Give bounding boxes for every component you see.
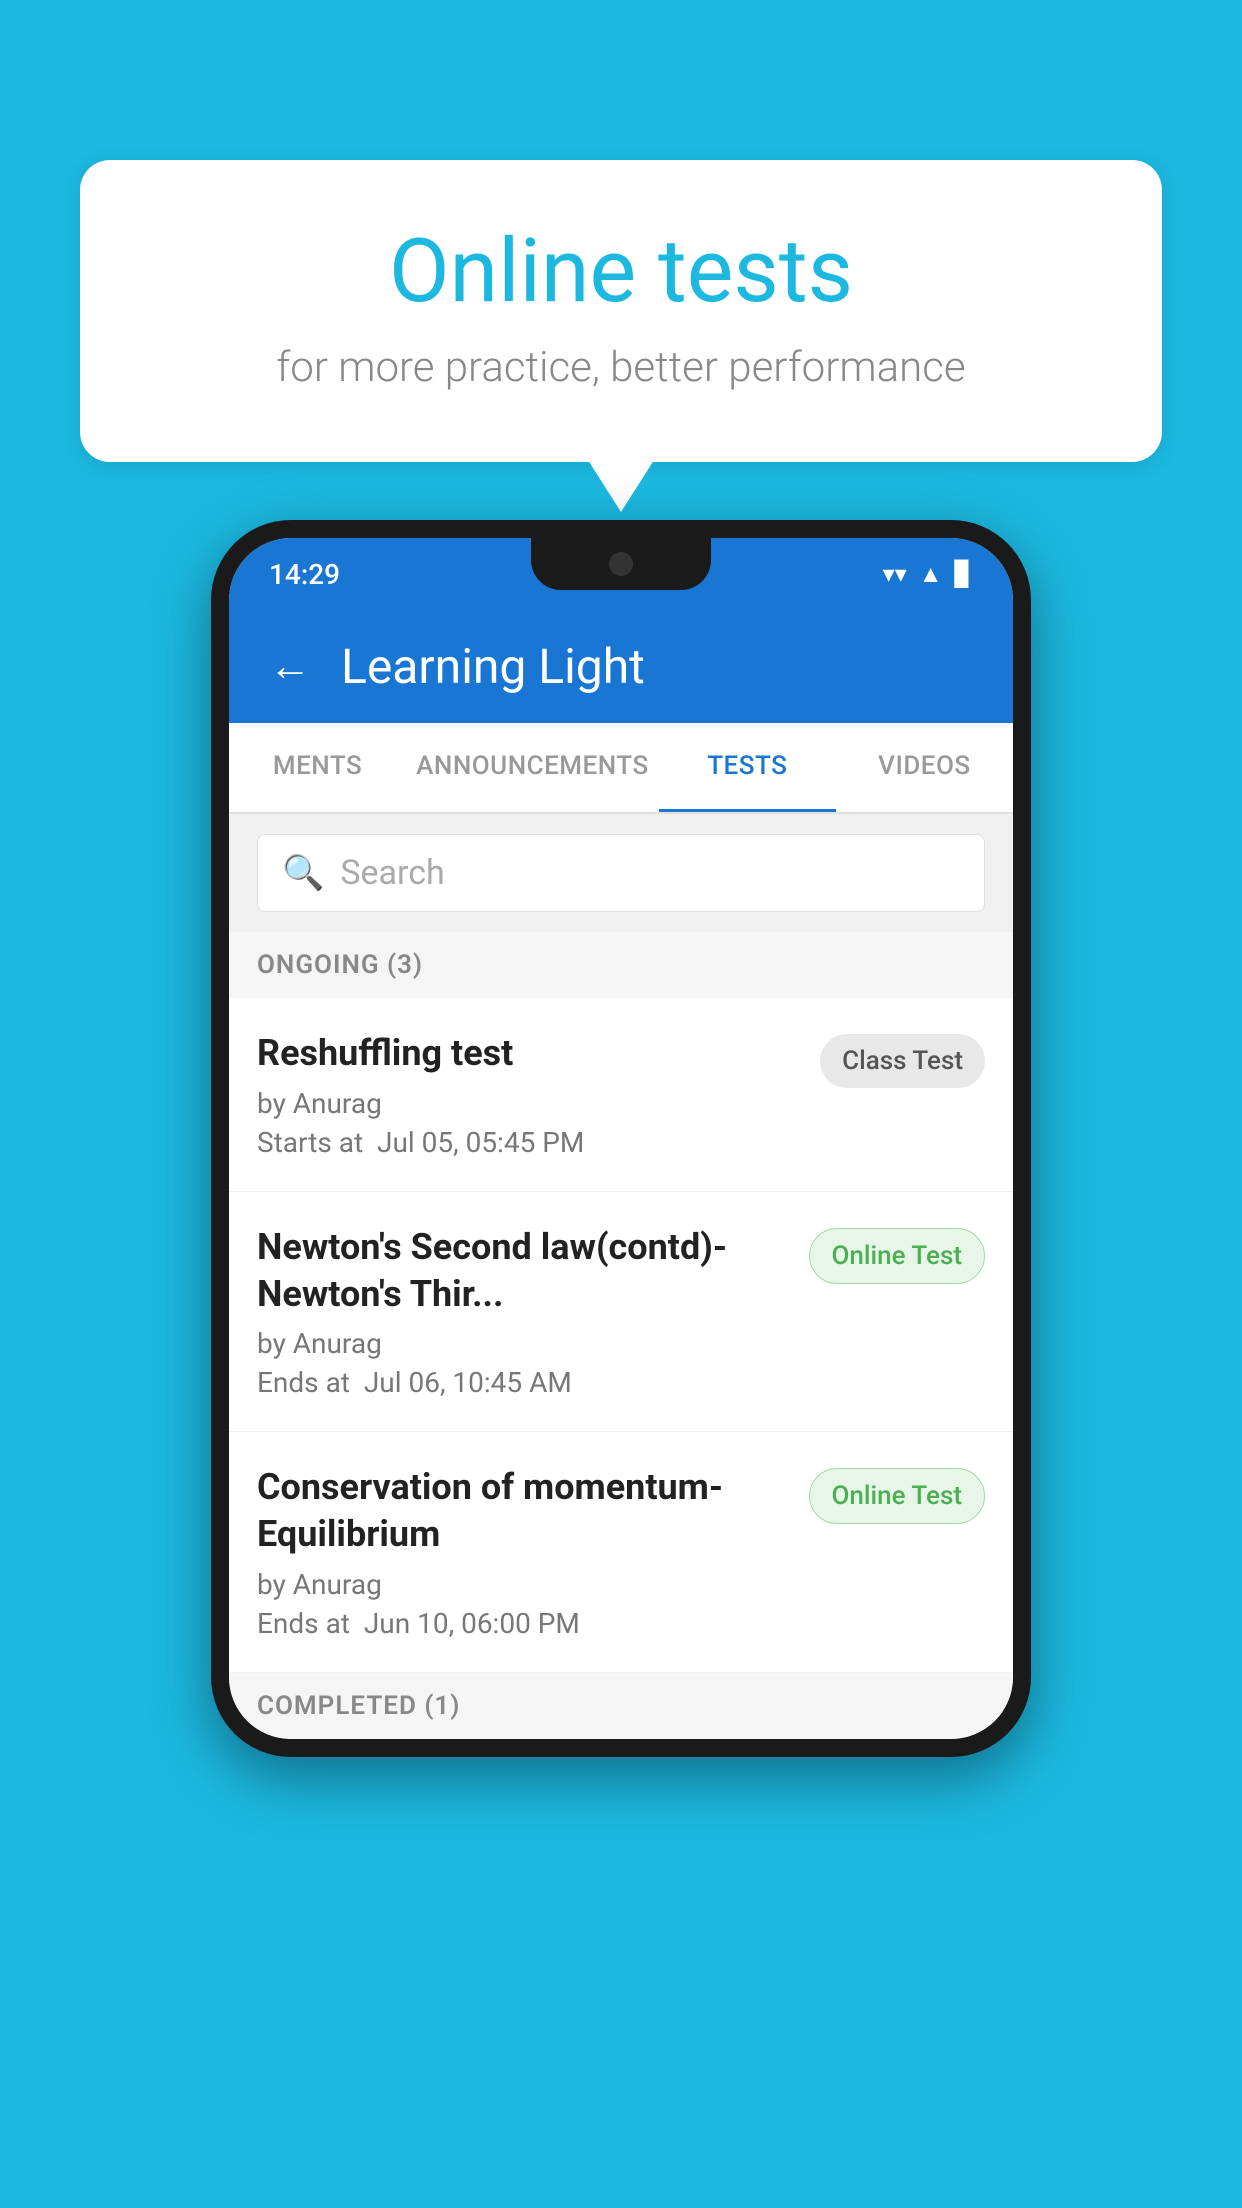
ongoing-section-header: ONGOING (3) xyxy=(229,932,1013,998)
time-value: Jul 05, 05:45 PM xyxy=(377,1126,584,1159)
time-label: Starts at xyxy=(257,1126,363,1159)
test-author: by Anurag xyxy=(257,1568,789,1601)
test-author: by Anurag xyxy=(257,1327,789,1360)
wifi-icon: ▾▾ xyxy=(883,560,907,588)
completed-section-title: COMPLETED (1) xyxy=(257,1691,460,1721)
tabs-container: MENTS ANNOUNCEMENTS TESTS VIDEOS xyxy=(229,723,1013,814)
test-time: Starts at Jul 05, 05:45 PM xyxy=(257,1126,800,1159)
status-time: 14:29 xyxy=(269,558,340,591)
signal-icon: ▲ xyxy=(919,560,943,589)
phone-container: 14:29 ▾▾ ▲ ▊ ← Learning Light MENTS ANNO… xyxy=(211,520,1031,1757)
test-content: Conservation of momentum-Equilibrium by … xyxy=(257,1464,789,1640)
speech-bubble-container: Online tests for more practice, better p… xyxy=(80,160,1162,462)
camera-dot xyxy=(609,552,633,576)
speech-bubble: Online tests for more practice, better p… xyxy=(80,160,1162,462)
status-bar: 14:29 ▾▾ ▲ ▊ xyxy=(229,538,1013,610)
ongoing-section-title: ONGOING (3) xyxy=(257,950,423,980)
test-item[interactable]: Reshuffling test by Anurag Starts at Jul… xyxy=(229,998,1013,1192)
search-bar[interactable]: 🔍 Search xyxy=(257,834,985,912)
search-placeholder: Search xyxy=(340,853,444,893)
test-content: Newton's Second law(contd)-Newton's Thir… xyxy=(257,1224,789,1400)
bubble-subtitle: for more practice, better performance xyxy=(160,343,1082,392)
time-label: Ends at xyxy=(257,1607,350,1640)
search-icon: 🔍 xyxy=(282,853,324,893)
app-title: Learning Light xyxy=(341,638,645,695)
test-badge-class: Class Test xyxy=(820,1034,985,1088)
phone-frame: 14:29 ▾▾ ▲ ▊ ← Learning Light MENTS ANNO… xyxy=(211,520,1031,1757)
test-time: Ends at Jul 06, 10:45 AM xyxy=(257,1366,789,1399)
test-item[interactable]: Conservation of momentum-Equilibrium by … xyxy=(229,1432,1013,1673)
test-author: by Anurag xyxy=(257,1087,800,1120)
test-name: Reshuffling test xyxy=(257,1030,800,1077)
status-icons: ▾▾ ▲ ▊ xyxy=(883,560,973,589)
app-header: ← Learning Light xyxy=(229,610,1013,723)
search-container: 🔍 Search xyxy=(229,814,1013,932)
test-item[interactable]: Newton's Second law(contd)-Newton's Thir… xyxy=(229,1192,1013,1433)
battery-icon: ▊ xyxy=(955,560,973,588)
tab-videos[interactable]: VIDEOS xyxy=(836,723,1013,812)
test-content: Reshuffling test by Anurag Starts at Jul… xyxy=(257,1030,800,1159)
test-name: Newton's Second law(contd)-Newton's Thir… xyxy=(257,1224,789,1318)
notch xyxy=(531,538,711,590)
test-time: Ends at Jun 10, 06:00 PM xyxy=(257,1607,789,1640)
time-value: Jul 06, 10:45 AM xyxy=(364,1366,572,1399)
tab-tests[interactable]: TESTS xyxy=(659,723,836,812)
test-badge-online: Online Test xyxy=(809,1228,986,1284)
test-list: Reshuffling test by Anurag Starts at Jul… xyxy=(229,998,1013,1673)
tab-ments[interactable]: MENTS xyxy=(229,723,406,812)
test-badge-online-2: Online Test xyxy=(809,1468,986,1524)
time-label: Ends at xyxy=(257,1366,350,1399)
bubble-title: Online tests xyxy=(160,220,1082,323)
test-name: Conservation of momentum-Equilibrium xyxy=(257,1464,789,1558)
back-button[interactable]: ← xyxy=(269,642,311,691)
tab-announcements[interactable]: ANNOUNCEMENTS xyxy=(406,723,659,812)
phone-screen: 14:29 ▾▾ ▲ ▊ ← Learning Light MENTS ANNO… xyxy=(229,538,1013,1739)
completed-section: COMPLETED (1) xyxy=(229,1673,1013,1739)
time-value: Jun 10, 06:00 PM xyxy=(364,1607,580,1640)
